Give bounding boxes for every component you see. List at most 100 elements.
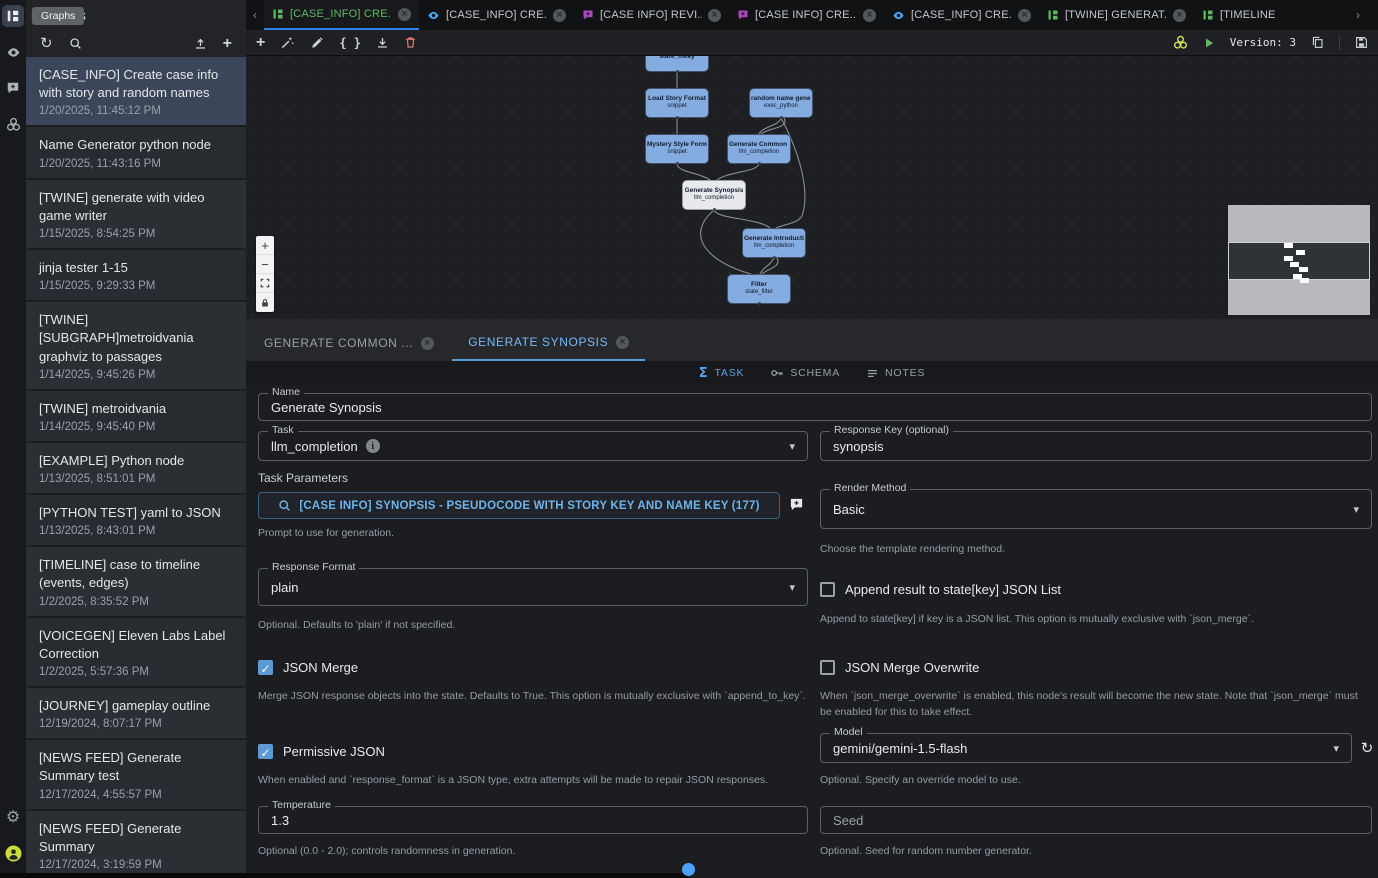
comment-add-icon	[737, 9, 749, 21]
list-item[interactable]: [JOURNEY] gameplay outline12/19/2024, 8:…	[26, 688, 246, 740]
magic-wand-icon[interactable]	[280, 35, 295, 50]
json-braces-icon[interactable]: { }	[339, 36, 361, 50]
graphviz-icon[interactable]	[1173, 35, 1188, 50]
graph-node[interactable]: Filter state_filter	[727, 274, 791, 304]
list-item[interactable]: Name Generator python node1/20/2025, 11:…	[26, 127, 246, 179]
chevron-down-icon	[1333, 739, 1339, 757]
graph-tab[interactable]: [CASE_INFO] CRE...	[419, 0, 574, 30]
close-icon[interactable]	[1018, 9, 1031, 22]
list-item[interactable]: jinja tester 1-151/15/2025, 9:29:33 PM	[26, 250, 246, 302]
graph-node[interactable]: Mystery Style Format... snippet	[645, 134, 709, 164]
graph-tab[interactable]: [CASE INFO] REVI...	[574, 0, 729, 30]
response-format-select[interactable]: Response Format plain	[258, 568, 808, 606]
json-merge-overwrite-caption: When `json_merge_overwrite` is enabled, …	[820, 688, 1372, 721]
graph-tab[interactable]: [CASE_INFO] CRE...	[264, 0, 419, 30]
list-item[interactable]: [TIMELINE] case to timeline (events, edg…	[26, 547, 246, 617]
graphs-tooltip: Graphs	[32, 7, 84, 25]
list-item[interactable]: [TWINE] metroidvania1/14/2025, 9:45:40 P…	[26, 391, 246, 443]
preview-nav-button[interactable]	[2, 41, 24, 63]
graph-tab[interactable]: [TIMELINE	[1194, 0, 1349, 30]
list-item[interactable]: [VOICEGEN] Eleven Labs Label Correction1…	[26, 618, 246, 688]
add-node-icon[interactable]: +	[256, 35, 265, 51]
info-icon[interactable]	[366, 439, 380, 453]
panel-resize-handle[interactable]	[682, 863, 695, 876]
list-item[interactable]: [TWINE] generate with video game writer1…	[26, 180, 246, 250]
append-list-checkbox[interactable]: Append result to state[key] JSON List	[820, 582, 1061, 597]
new-prompt-button[interactable]	[786, 494, 806, 514]
zoom-out-button[interactable]: −	[256, 255, 274, 274]
list-item[interactable]: [PYTHON TEST] yaml to JSON1/13/2025, 8:4…	[26, 495, 246, 547]
graph-node[interactable]: state_mkey	[645, 56, 709, 72]
prompt-select-button[interactable]: [CASE INFO] SYNOPSIS - PSEUDOCODE WITH S…	[258, 492, 780, 519]
close-icon[interactable]	[616, 336, 629, 349]
graph-tab[interactable]: [CASE INFO] CRE...	[729, 0, 884, 30]
tab-task[interactable]: Σ TASK	[699, 366, 745, 381]
node-tab[interactable]: GENERATE COMMON ...	[248, 325, 450, 361]
graphs-sidebar: Graphs Graphs ↻ + [CASE_INFO] Create cas…	[26, 0, 246, 878]
tabs-scroll-right[interactable]: ›	[1349, 0, 1367, 30]
json-merge-checkbox[interactable]: JSON Merge	[258, 660, 358, 675]
account-button[interactable]	[2, 842, 24, 864]
list-item[interactable]: [TWINE][SUBGRAPH]metroidvania graphviz t…	[26, 302, 246, 391]
graph-tab[interactable]: [CASE_INFO] CRE...	[884, 0, 1039, 30]
sidebar-toolbar: ↻ +	[26, 30, 246, 57]
comment-add-icon	[582, 9, 594, 21]
graph-node[interactable]: Load Story Format snippet	[645, 88, 709, 118]
json-merge-overwrite-checkbox[interactable]: JSON Merge Overwrite	[820, 660, 979, 675]
delete-icon[interactable]	[404, 36, 417, 49]
list-item[interactable]: [NEWS FEED] Generate Summary test12/17/2…	[26, 740, 246, 810]
response-key-field[interactable]: Response Key (optional) synopsis	[820, 431, 1372, 461]
tab-schema[interactable]: SCHEMA	[770, 366, 840, 380]
add-graph-icon[interactable]: +	[223, 36, 232, 52]
refresh-icon[interactable]: ↻	[40, 36, 53, 51]
graph-node-selected[interactable]: Generate Synopsis llm_completion	[682, 180, 746, 210]
node-tab-active[interactable]: GENERATE SYNOPSIS	[452, 325, 645, 361]
chevron-down-icon	[1353, 500, 1359, 518]
fit-view-button[interactable]	[256, 274, 274, 293]
edit-icon[interactable]	[310, 36, 324, 50]
bottom-scrollbar-track[interactable]	[0, 873, 688, 878]
notes-icon	[866, 367, 879, 380]
run-icon[interactable]	[1203, 37, 1215, 49]
graph-node[interactable]: random name genera... exec_python	[749, 88, 813, 118]
graph-canvas[interactable]: state_mkey Load Story Format snippet ran…	[246, 56, 1378, 319]
close-icon[interactable]	[863, 9, 876, 22]
checkbox-icon	[820, 582, 835, 597]
permissive-json-checkbox[interactable]: Permissive JSON	[258, 744, 385, 759]
close-icon[interactable]	[421, 337, 434, 350]
close-icon[interactable]	[398, 8, 411, 21]
list-item[interactable]: [CASE_INFO] Create case info with story …	[26, 57, 246, 127]
settings-button[interactable]: ⚙	[2, 806, 24, 828]
graph-tab[interactable]: [TWINE] GENERAT...	[1039, 0, 1194, 30]
task-select[interactable]: Task llm_completion	[258, 431, 808, 461]
chevron-down-icon	[789, 437, 795, 455]
temperature-field[interactable]: Temperature 1.3	[258, 806, 808, 834]
prompts-nav-button[interactable]	[2, 77, 24, 99]
download-icon[interactable]	[376, 36, 389, 49]
tab-notes[interactable]: NOTES	[866, 367, 925, 380]
name-field[interactable]: Name Generate Synopsis	[258, 393, 1372, 421]
response-format-caption: Optional. Defaults to 'plain' if not spe…	[258, 617, 455, 633]
upload-icon[interactable]	[194, 37, 207, 50]
close-icon[interactable]	[1173, 9, 1186, 22]
model-select[interactable]: Model gemini/gemini-1.5-flash	[820, 733, 1352, 763]
search-icon[interactable]	[69, 37, 82, 50]
seed-field[interactable]: Seed	[820, 806, 1372, 834]
list-item[interactable]: [NEWS FEED] Generate Summary12/17/2024, …	[26, 811, 246, 878]
refresh-models-icon[interactable]: ↻	[1358, 739, 1376, 757]
graph-node[interactable]: Generate Common Info llm_completion	[727, 134, 791, 164]
graph-node[interactable]: Generate Introduction llm_completion	[742, 228, 806, 258]
graphs-nav-button[interactable]	[2, 5, 24, 27]
lock-button[interactable]	[256, 293, 274, 312]
graphviz-nav-button[interactable]	[2, 113, 24, 135]
minimap[interactable]	[1228, 205, 1370, 315]
close-icon[interactable]	[553, 9, 566, 22]
close-icon[interactable]	[708, 9, 721, 22]
render-method-select[interactable]: Render Method Basic	[820, 489, 1372, 529]
copy-icon[interactable]	[1311, 36, 1324, 49]
list-item[interactable]: [EXAMPLE] Python node1/13/2025, 8:51:01 …	[26, 443, 246, 495]
tabs-scroll-left[interactable]: ‹	[246, 0, 264, 30]
zoom-in-button[interactable]: +	[256, 236, 274, 255]
key-icon	[770, 366, 784, 380]
save-icon[interactable]	[1355, 36, 1368, 49]
